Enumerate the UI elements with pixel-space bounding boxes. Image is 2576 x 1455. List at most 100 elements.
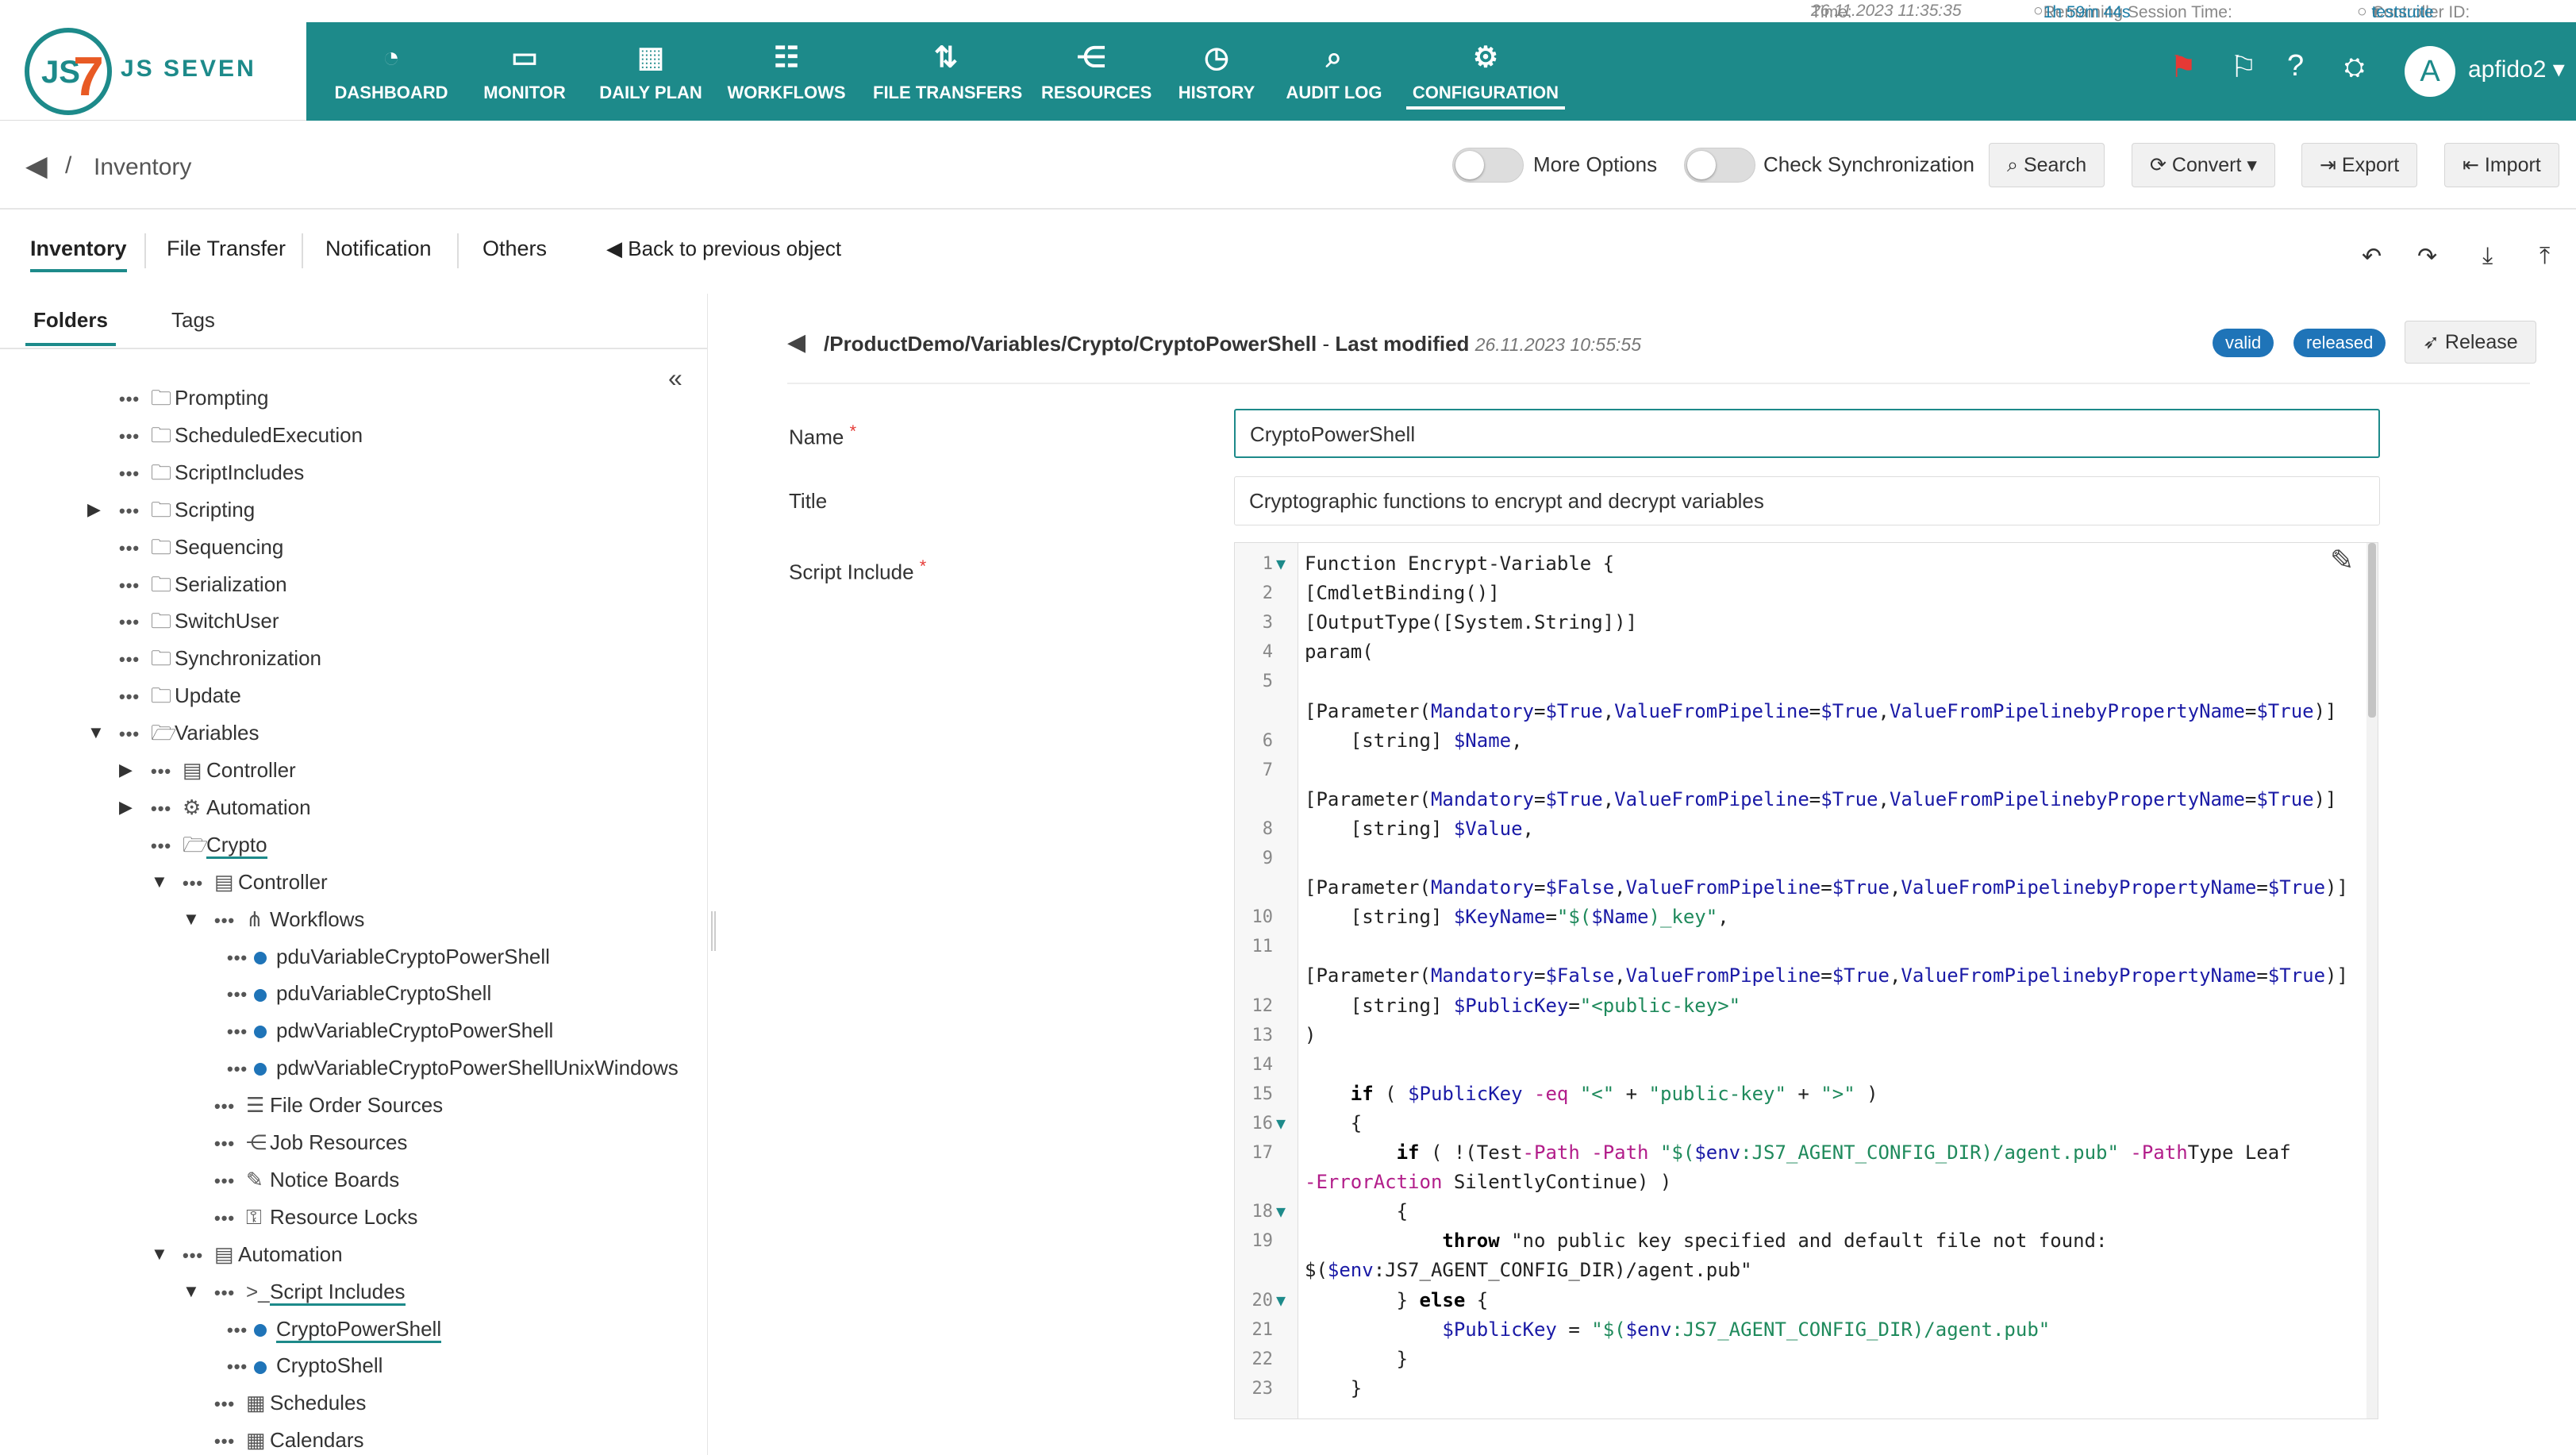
fold-arrow-icon[interactable]: ▼ (1276, 1202, 1286, 1221)
convert-button[interactable]: ⟳ Convert ▾ (2132, 143, 2275, 187)
more-menu-icon[interactable]: ••• (119, 679, 143, 715)
more-menu-icon[interactable]: ••• (227, 940, 251, 976)
tree-item[interactable]: ••• 🗀 Prompting (119, 379, 269, 416)
avatar[interactable]: A (2405, 46, 2455, 97)
nav-workflows[interactable]: ☷ WORKFLOWS (727, 22, 846, 121)
fold-arrow-icon[interactable]: ▼ (1276, 1114, 1286, 1133)
tab-tags[interactable]: Tags (171, 294, 215, 346)
more-menu-icon[interactable]: ••• (183, 1238, 206, 1274)
logo[interactable]: JS 7 JS SEVEN (0, 22, 306, 121)
more-menu-icon[interactable]: ••• (119, 456, 143, 492)
more-menu-icon[interactable]: ••• (151, 753, 175, 790)
edit-icon[interactable]: ✎ (2330, 545, 2354, 577)
more-menu-icon[interactable]: ••• (227, 976, 251, 1013)
nav-file-transfers[interactable]: ⇅ FILE TRANSFERS (873, 22, 1022, 121)
tab-notification[interactable]: Notification (325, 237, 432, 261)
tree-item[interactable]: ••• ▤ Controller (183, 864, 328, 900)
flag-icon[interactable]: ⚑ (2170, 49, 2197, 85)
tree-item[interactable]: ••• ▦ Calendars (214, 1422, 364, 1455)
more-menu-icon[interactable]: ••• (227, 1312, 251, 1349)
fold-arrow-icon[interactable]: ▼ (1276, 554, 1286, 573)
more-menu-icon[interactable]: ••• (227, 1014, 251, 1050)
tree-item[interactable]: ••• CryptoShell (227, 1347, 383, 1384)
more-menu-icon[interactable]: ••• (119, 604, 143, 641)
tree-item[interactable]: ••• pdwVariableCryptoPowerShellUnixWindow… (227, 1049, 679, 1086)
caret-down-icon[interactable]: ▼ (183, 1281, 200, 1302)
fold-arrow-icon[interactable]: ▼ (1276, 1291, 1286, 1310)
redo-icon[interactable]: ↷ (2417, 243, 2437, 271)
tree-item[interactable]: ••• ▤ Controller (151, 752, 296, 788)
nav-configuration[interactable]: ⚙ CONFIGURATION (1406, 22, 1565, 121)
help-icon[interactable]: ? (2287, 49, 2304, 83)
export-button[interactable]: ⇥ Export (2301, 143, 2418, 187)
tree-item[interactable]: ••• 🗀 Serialization (119, 566, 287, 602)
caret-right-icon[interactable]: ▶ (119, 760, 133, 780)
more-menu-icon[interactable]: ••• (214, 1275, 238, 1311)
nav-monitor[interactable]: ▭ MONITOR (475, 22, 575, 121)
tree-item[interactable]: ••• ▤ Automation (183, 1236, 343, 1272)
resize-handle[interactable] (711, 911, 716, 951)
more-menu-icon[interactable]: ••• (119, 641, 143, 678)
caret-down-icon[interactable]: ▼ (151, 872, 168, 892)
more-menu-icon[interactable]: ••• (119, 493, 143, 529)
tree-item[interactable]: ••• 🗀 SwitchUser (119, 602, 279, 639)
tree-item[interactable]: ••• ☰ File Order Sources (214, 1087, 443, 1123)
tab-others[interactable]: Others (483, 237, 547, 261)
script-editor[interactable]: 1 ▼ 2 3 4 5 6 7 8 9 10 11 12 13 14 15 16 ▼ 17 18 ▼ 19 20 ▼ 21 22 2… (1234, 542, 2378, 1419)
controller-id[interactable]: ○ Controller ID: testsuite ▾ (2357, 2, 2470, 21)
check-sync-toggle[interactable] (1684, 148, 1755, 183)
nav-dashboard[interactable]: ◔ DASHBOARD (333, 22, 449, 121)
nav-resources[interactable]: ⋲ RESOURCES (1041, 22, 1152, 121)
tab-folders[interactable]: Folders (25, 294, 116, 346)
download-icon[interactable]: ⤓ (2482, 243, 2493, 270)
tree-item[interactable]: ••• 🗀 ScriptIncludes (119, 454, 304, 491)
more-menu-icon[interactable]: ••• (214, 1423, 238, 1455)
tree-item[interactable]: ••• CryptoPowerShell (227, 1311, 442, 1349)
more-menu-icon[interactable]: ••• (227, 1349, 251, 1385)
more-menu-icon[interactable]: ••• (151, 828, 175, 864)
import-button[interactable]: ⇤ Import (2444, 143, 2559, 187)
more-menu-icon[interactable]: ••• (119, 568, 143, 604)
language-icon[interactable]: ⛭ (2344, 52, 2365, 83)
more-menu-icon[interactable]: ••• (119, 418, 143, 455)
caret-down-icon[interactable]: ▼ (151, 1244, 168, 1264)
tree-item[interactable]: ••• 🗀 ScheduledExecution (119, 417, 363, 453)
tree-item[interactable]: ••• ⚿ Resource Locks (214, 1199, 417, 1235)
back-circle-icon[interactable]: ◀ (787, 329, 805, 356)
tree-item[interactable]: ••• ▦ Schedules (214, 1384, 366, 1421)
tree-item[interactable]: ••• ⋔ Workflows (214, 901, 364, 937)
more-menu-icon[interactable]: ••• (183, 865, 206, 902)
more-menu-icon[interactable]: ••• (214, 1200, 238, 1237)
more-options-toggle[interactable] (1452, 148, 1524, 183)
more-menu-icon[interactable]: ••• (214, 903, 238, 939)
more-menu-icon[interactable]: ••• (119, 530, 143, 567)
tree-item[interactable]: ••• pduVariableCryptoPowerShell (227, 938, 550, 975)
caret-right-icon[interactable]: ▶ (87, 499, 101, 520)
tree-item[interactable]: ••• 🗀 Sequencing (119, 529, 283, 565)
user-menu[interactable]: apfido2 ▾ (2468, 56, 2565, 83)
name-input[interactable]: CryptoPowerShell (1234, 409, 2380, 458)
more-menu-icon[interactable]: ••• (151, 791, 175, 827)
tab-file-transfer[interactable]: File Transfer (167, 237, 286, 261)
caret-down-icon[interactable]: ▼ (87, 722, 105, 743)
search-button[interactable]: ⌕ Search (1989, 143, 2105, 187)
more-menu-icon[interactable]: ••• (119, 381, 143, 418)
tree-item[interactable]: ••• 🗀 Update (119, 677, 241, 714)
tree-item[interactable]: ••• ✎ Notice Boards (214, 1161, 399, 1198)
release-button[interactable]: ➶ Release (2405, 321, 2536, 364)
nav-history[interactable]: ◷ HISTORY (1173, 22, 1260, 121)
tree-item[interactable]: ••• 🗁Variables (119, 714, 259, 751)
nav-audit-log[interactable]: ⌕ AUDIT LOG (1282, 22, 1386, 121)
tab-inventory[interactable]: Inventory (30, 237, 127, 272)
more-menu-icon[interactable]: ••• (214, 1088, 238, 1125)
collapse-panel-icon[interactable]: « (668, 364, 682, 393)
undo-icon[interactable]: ↶ (2362, 243, 2382, 271)
caret-down-icon[interactable]: ▼ (183, 909, 200, 930)
back-to-previous-link[interactable]: ◀ Back to previous object (606, 237, 841, 261)
tree-item[interactable]: ••• 🗀 Synchronization (119, 640, 321, 676)
tree-item[interactable]: ••• 🗁Crypto (151, 826, 267, 863)
tree-item[interactable]: ••• pdwVariableCryptoPowerShell (227, 1012, 553, 1049)
more-menu-icon[interactable]: ••• (214, 1386, 238, 1422)
more-menu-icon[interactable]: ••• (214, 1126, 238, 1162)
nav-daily-plan[interactable]: ▦ DAILY PLAN (592, 22, 709, 121)
